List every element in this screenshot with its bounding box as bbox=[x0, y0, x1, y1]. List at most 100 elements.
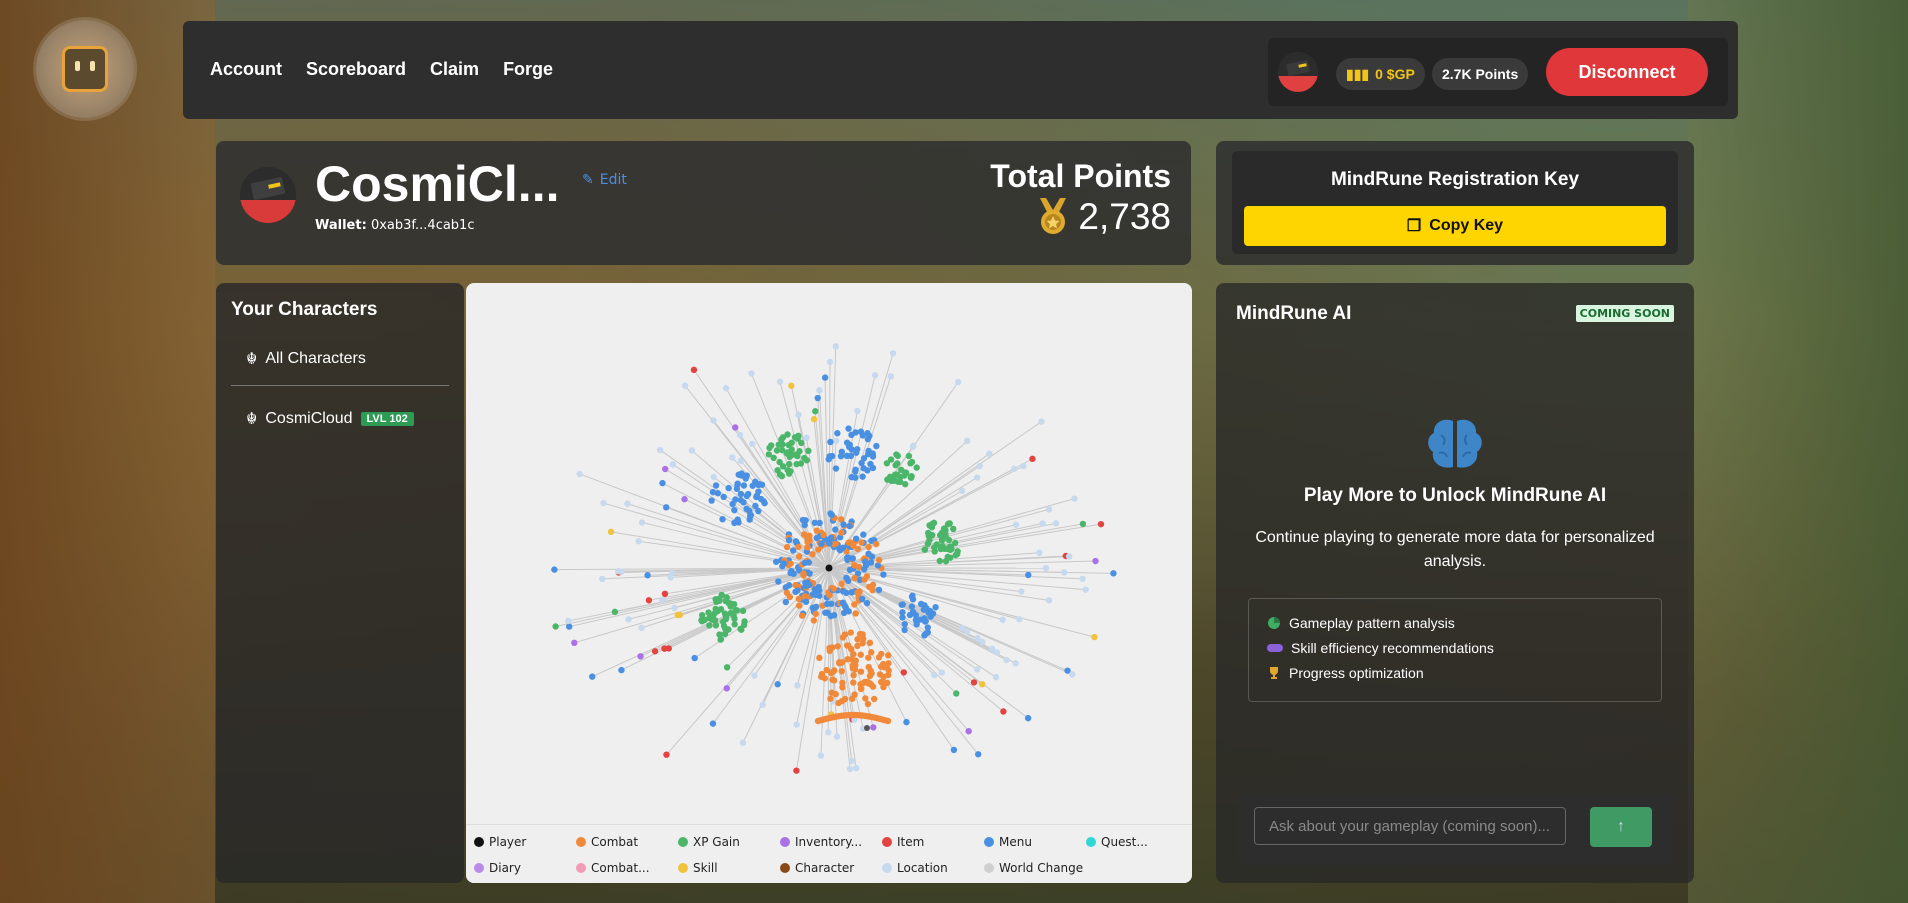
graph-node[interactable] bbox=[892, 461, 899, 469]
graph-node[interactable] bbox=[576, 470, 583, 478]
graph-node[interactable] bbox=[851, 666, 859, 673]
graph-node[interactable] bbox=[740, 482, 748, 489]
graph-node[interactable] bbox=[806, 570, 813, 577]
graph-node[interactable] bbox=[970, 679, 978, 686]
graph-node[interactable] bbox=[859, 473, 866, 480]
graph-node[interactable] bbox=[812, 591, 820, 599]
graph-node[interactable] bbox=[862, 695, 869, 702]
graph-node[interactable] bbox=[847, 539, 854, 546]
graph-node[interactable] bbox=[837, 452, 845, 460]
graph-node[interactable] bbox=[712, 482, 720, 489]
graph-node[interactable] bbox=[852, 610, 859, 617]
graph-node[interactable] bbox=[901, 626, 908, 634]
graph-node[interactable] bbox=[729, 454, 736, 461]
graph-node[interactable] bbox=[857, 668, 865, 675]
graph-node[interactable] bbox=[851, 574, 858, 582]
graph-node[interactable] bbox=[1091, 633, 1098, 641]
graph-node[interactable] bbox=[920, 606, 927, 613]
graph-node[interactable] bbox=[731, 621, 738, 628]
graph-node[interactable] bbox=[947, 546, 954, 554]
legend-item[interactable]: Item bbox=[882, 835, 924, 849]
graph-node[interactable] bbox=[870, 724, 877, 731]
graph-node[interactable] bbox=[1069, 671, 1076, 678]
graph-node[interactable] bbox=[625, 616, 632, 623]
copy-key-button[interactable]: ❐ Copy Key bbox=[1244, 206, 1666, 246]
graph-node[interactable] bbox=[766, 444, 773, 452]
graph-node[interactable] bbox=[878, 650, 885, 658]
graph-node[interactable] bbox=[803, 434, 810, 442]
graph-canvas[interactable] bbox=[466, 283, 1192, 825]
graph-node[interactable] bbox=[845, 642, 852, 649]
graph-node[interactable] bbox=[905, 452, 913, 460]
graph-node[interactable] bbox=[937, 545, 945, 553]
graph-node[interactable] bbox=[1065, 553, 1073, 560]
graph-node[interactable] bbox=[611, 608, 619, 616]
graph-node[interactable] bbox=[827, 438, 834, 446]
graph-node[interactable] bbox=[759, 701, 766, 708]
graph-node[interactable] bbox=[710, 417, 717, 424]
graph-node[interactable] bbox=[887, 373, 894, 380]
graph-node[interactable] bbox=[795, 411, 802, 418]
graph-node[interactable] bbox=[736, 431, 744, 439]
graph-node[interactable] bbox=[1110, 570, 1117, 577]
graph-node[interactable] bbox=[739, 739, 747, 746]
graph-node[interactable] bbox=[1045, 597, 1053, 604]
graph-node[interactable] bbox=[1003, 656, 1010, 664]
graph-node[interactable] bbox=[830, 677, 838, 684]
graph-node[interactable] bbox=[810, 617, 818, 624]
graph-node[interactable] bbox=[798, 612, 806, 619]
graph-node[interactable] bbox=[867, 559, 875, 566]
graph-node[interactable] bbox=[712, 596, 719, 603]
graph-node[interactable] bbox=[785, 582, 793, 589]
legend-item[interactable]: Character bbox=[780, 861, 854, 875]
graph-node[interactable] bbox=[871, 695, 878, 703]
graph-node[interactable] bbox=[928, 524, 936, 531]
graph-node[interactable] bbox=[865, 447, 872, 455]
graph-node[interactable] bbox=[844, 656, 851, 663]
graph-node[interactable] bbox=[901, 480, 909, 488]
graph-node[interactable] bbox=[893, 471, 901, 478]
graph-node[interactable] bbox=[950, 746, 958, 754]
graph-node[interactable] bbox=[868, 649, 875, 656]
graph-node[interactable] bbox=[589, 673, 596, 680]
graph-node[interactable] bbox=[774, 681, 781, 688]
graph-node[interactable] bbox=[795, 553, 803, 560]
graph-node[interactable] bbox=[714, 489, 722, 497]
graph-node[interactable] bbox=[839, 634, 847, 641]
graph-node[interactable] bbox=[863, 599, 871, 607]
graph-node[interactable] bbox=[978, 680, 986, 688]
graph-node[interactable] bbox=[719, 516, 726, 523]
legend-item[interactable]: Combat bbox=[576, 835, 638, 849]
graph-node[interactable] bbox=[884, 652, 892, 659]
graph-node[interactable] bbox=[825, 564, 833, 572]
graph-node[interactable] bbox=[864, 700, 872, 708]
graph-node[interactable] bbox=[825, 456, 832, 463]
graph-node[interactable] bbox=[599, 575, 606, 583]
graph-node[interactable] bbox=[671, 604, 678, 612]
graph-node[interactable] bbox=[738, 470, 745, 477]
graph-node[interactable] bbox=[846, 765, 854, 773]
graph-node[interactable] bbox=[838, 659, 845, 667]
graph-node[interactable] bbox=[792, 588, 799, 596]
graph-node[interactable] bbox=[903, 718, 910, 726]
graph-node[interactable] bbox=[803, 457, 811, 464]
graph-node[interactable] bbox=[824, 609, 831, 616]
graph-node[interactable] bbox=[832, 437, 840, 444]
graph-node[interactable] bbox=[913, 464, 920, 471]
graph-node[interactable] bbox=[1016, 616, 1023, 623]
graph-node[interactable] bbox=[783, 589, 791, 596]
graph-node[interactable] bbox=[638, 519, 646, 526]
graph-node[interactable] bbox=[848, 446, 855, 453]
graph-node[interactable] bbox=[907, 474, 915, 481]
legend-item[interactable]: Combat... bbox=[576, 861, 650, 875]
graph-node[interactable] bbox=[1039, 520, 1046, 527]
graph-node[interactable] bbox=[792, 581, 799, 589]
graph-node[interactable] bbox=[827, 695, 834, 702]
graph-node[interactable] bbox=[900, 669, 907, 676]
nav-scoreboard[interactable]: Scoreboard bbox=[306, 59, 406, 80]
graph-node[interactable] bbox=[830, 585, 837, 592]
graph-node[interactable] bbox=[860, 531, 867, 538]
graph-node[interactable] bbox=[942, 532, 949, 540]
legend-item[interactable]: Inventory... bbox=[780, 835, 862, 849]
graph-node[interactable] bbox=[723, 664, 731, 671]
